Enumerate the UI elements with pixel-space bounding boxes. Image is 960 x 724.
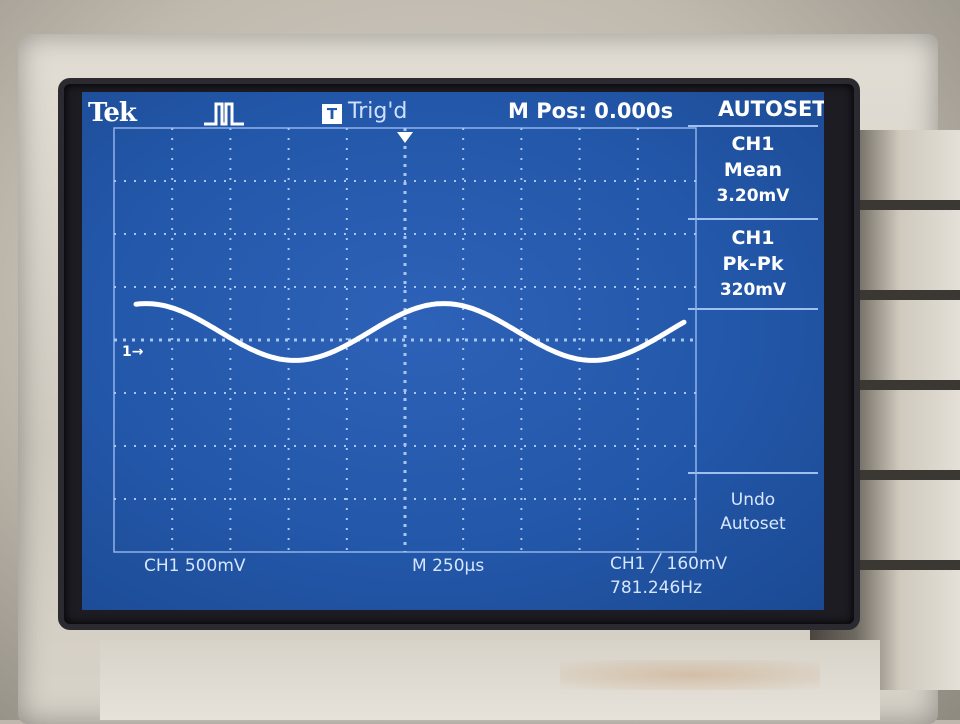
oscilloscope-screen: Tek T Trig'd M Pos: 0.000s AUTOSET CH1 M… <box>82 92 824 610</box>
timebase-readout: M 250µs <box>412 556 485 576</box>
frequency-readout: 781.246Hz <box>610 578 703 598</box>
ch1-ground-marker: 1→ <box>122 344 144 360</box>
graticule <box>113 127 697 553</box>
trigger-position-arrow-icon <box>397 132 413 143</box>
trigger-readout: CH1 ╱ 160mV <box>610 554 728 574</box>
ch1-scale-readout: CH1 500mV <box>144 556 246 576</box>
ch1-waveform-trace <box>133 301 687 363</box>
bezel-stain <box>560 660 820 690</box>
